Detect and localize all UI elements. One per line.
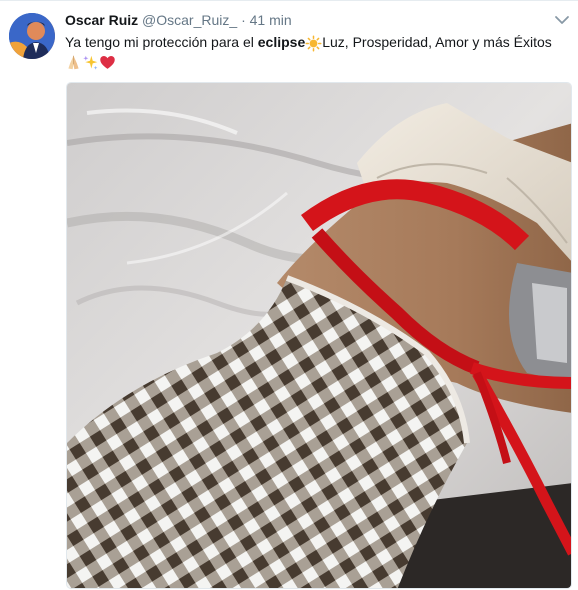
tweet-text-bold: eclipse: [257, 34, 306, 50]
tweet-header: Oscar Ruiz @Oscar_Ruiz_ · 41 min: [65, 11, 292, 29]
tweet-photo[interactable]: [66, 82, 572, 589]
red-heart-emoji-icon: [100, 55, 115, 69]
avatar-portrait-icon: [9, 13, 55, 59]
folded-hands-emoji-icon: [68, 55, 79, 70]
display-name[interactable]: Oscar Ruiz: [65, 12, 138, 28]
sparkles-emoji-icon: [83, 55, 98, 70]
tweet: Oscar Ruiz @Oscar_Ruiz_ · 41 min Ya teng…: [0, 0, 578, 590]
user-handle[interactable]: @Oscar_Ruiz_: [142, 12, 237, 28]
tweet-text: Ya tengo mi protección para el eclipse Lu…: [65, 33, 565, 71]
sun-emoji-icon: [305, 35, 322, 52]
timestamp[interactable]: 41 min: [250, 12, 292, 28]
avatar[interactable]: [9, 13, 55, 59]
tweet-text-end: Luz, Prosperidad, Amor y más Éxitos: [322, 34, 552, 50]
chevron-down-icon[interactable]: [554, 13, 570, 27]
tweet-text-start: Ya tengo mi protección para el: [65, 34, 258, 50]
photo-wrist-ribbon-image: [67, 83, 571, 588]
separator-dot: ·: [241, 12, 246, 28]
